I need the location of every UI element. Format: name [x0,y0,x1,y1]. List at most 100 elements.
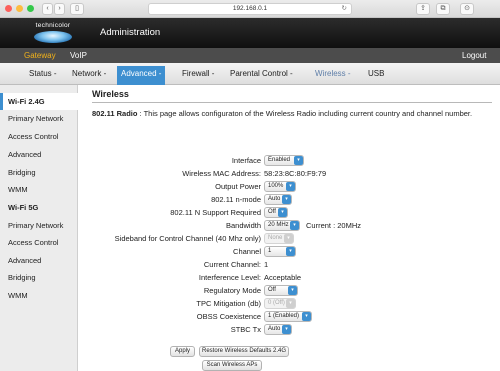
sidebar-item-wifi-24g[interactable]: Wi-Fi 2.4G [0,93,78,110]
restore-defaults-button[interactable]: Restore Wireless Defaults 2.4G [199,346,289,357]
chevron-down-icon: ▾ [290,221,299,230]
minimize-window-icon[interactable] [16,5,23,12]
channel-select[interactable]: 1 ▾ [264,246,296,257]
current-channel-value: 1 [264,260,269,269]
stbc-row: STBC Tx Auto ▾ [78,324,500,336]
description-heading: 802.11 Radio [92,109,138,118]
window-controls [5,5,34,12]
interference-label: Interference Level: [198,273,261,282]
header-title: Administration [100,27,161,38]
section-tabs: Status - Network - Advanced - Firewall -… [0,63,500,85]
sidebar-button[interactable]: ▯ [70,3,84,15]
obss-select[interactable]: 1 (Enabled) ▾ [264,311,312,322]
sidebar-item-primary-network-5g[interactable]: Primary Network [0,217,78,234]
forward-button[interactable]: › [54,3,65,15]
output-power-select[interactable]: 100% ▾ [264,181,296,192]
sideband-select[interactable]: None ▾ [264,233,294,244]
obss-value: 1 (Enabled) [268,313,300,319]
mac-address-row: Wireless MAC Address: 58:23:8C:80:F9:79 [78,168,500,180]
share-button[interactable]: ⇪ [416,3,430,15]
url-text: 192.168.0.1 [232,5,268,12]
regulatory-value: Off [268,287,276,293]
logout-link[interactable]: Logout [462,51,486,60]
page-title: Wireless [92,89,129,99]
sidebar-item-wifi-5g[interactable]: Wi-Fi 5G [0,199,78,216]
current-channel-row: Current Channel: 1 [78,259,500,271]
interference-value: Acceptable [264,273,302,282]
interface-value: Enabled [268,157,291,163]
technicolor-logo[interactable]: technicolor [22,22,84,45]
description-text: : This page allows configuraton of the W… [137,109,473,118]
close-window-icon[interactable] [5,5,12,12]
bandwidth-current: Current : 20MHz [306,221,362,230]
back-button[interactable]: ‹ [42,3,53,15]
sidebar-item-primary-network-24g[interactable]: Primary Network [0,110,78,127]
scan-aps-button[interactable]: Scan Wireless APs [202,360,262,371]
chevron-down-icon: ▾ [288,286,297,295]
channel-label: Channel [233,247,261,256]
output-power-label: Output Power [215,182,261,191]
app-header: technicolor Administration [0,18,500,48]
sidebar-item-wmm-24g[interactable]: WMM [0,181,78,198]
logo-text: technicolor [35,22,71,29]
main-content: Wireless 802.11 Radio : This page allows… [78,85,500,371]
sidebar-item-advanced-24g[interactable]: Advanced [0,146,78,163]
chevron-down-icon: ▾ [284,234,293,243]
nav-voip[interactable]: VoIP [70,51,87,60]
chevron-down-icon: ▾ [282,195,291,204]
sidebar-item-wmm-5g[interactable]: WMM [0,287,78,304]
bandwidth-label: Bandwidth [225,221,261,230]
mac-address-label: Wireless MAC Address: [182,169,261,178]
tabs-button[interactable]: ⧉ [436,3,450,15]
output-power-row: Output Power 100% ▾ [78,181,500,193]
sidebar-item-access-control-24g[interactable]: Access Control [0,128,78,145]
stbc-label: STBC Tx [230,325,261,334]
sidebar-item-bridging-5g[interactable]: Bridging [0,269,78,286]
n-support-value: Off [268,209,276,215]
n-mode-row: 802.11 n-mode Auto ▾ [78,194,500,206]
sidebar-item-access-control-5g[interactable]: Access Control [0,234,78,251]
sidebar: Wi-Fi 2.4G Primary Network Access Contro… [0,85,78,371]
regulatory-select[interactable]: Off ▾ [264,285,298,296]
tab-status[interactable]: Status - [27,68,59,84]
tab-advanced[interactable]: Advanced - [117,66,166,85]
tabs-icon: ⧉ [440,5,446,12]
tab-wireless[interactable]: Wireless - [313,68,353,84]
logo-image [34,31,72,43]
tab-usb[interactable]: USB [366,68,386,84]
sidebar-item-bridging-24g[interactable]: Bridging [0,164,78,181]
n-support-select[interactable]: Off ▾ [264,207,288,218]
interference-row: Interference Level: Acceptable [78,272,500,284]
interface-label: Interface [231,156,261,165]
tpc-label: TPC Mitigation (db) [196,299,261,308]
obss-row: OBSS Coexistence 1 (Enabled) ▾ [78,311,500,323]
title-divider [92,102,492,103]
bandwidth-value: 20 MHz [268,222,289,228]
n-mode-select[interactable]: Auto ▾ [264,194,292,205]
bandwidth-row: Bandwidth 20 MHz ▾ Current : 20MHz [78,220,500,232]
n-mode-label: 802.11 n-mode [211,195,261,204]
bandwidth-select[interactable]: 20 MHz ▾ [264,220,300,231]
download-button[interactable]: ⊙ [460,3,474,15]
address-bar[interactable]: 192.168.0.1 ↻ [148,3,352,15]
tab-firewall[interactable]: Firewall - [180,68,216,84]
sidebar-item-advanced-5g[interactable]: Advanced [0,252,78,269]
tpc-select[interactable]: 0 (Off) ▾ [264,298,296,309]
n-mode-value: Auto [268,196,281,202]
sidebar-icon: ▯ [75,5,79,12]
nav-gateway[interactable]: Gateway [24,51,56,60]
interface-select[interactable]: Enabled ▾ [264,155,304,166]
apply-button[interactable]: Apply [170,346,195,357]
chevron-down-icon: ▾ [286,299,295,308]
tab-parental-control[interactable]: Parental Control - [228,68,295,84]
chevron-down-icon: ▾ [282,325,291,334]
reload-icon[interactable]: ↻ [342,4,347,14]
n-support-row: 802.11 N Support Required Off ▾ [78,207,500,219]
interface-row: Interface Enabled ▾ [78,155,500,167]
stbc-select[interactable]: Auto ▾ [264,324,292,335]
chevron-down-icon: ▾ [278,208,287,217]
tab-network[interactable]: Network - [70,68,108,84]
maximize-window-icon[interactable] [27,5,34,12]
mac-address-value: 58:23:8C:80:F9:79 [264,169,327,178]
chevron-right-icon: › [58,5,61,12]
